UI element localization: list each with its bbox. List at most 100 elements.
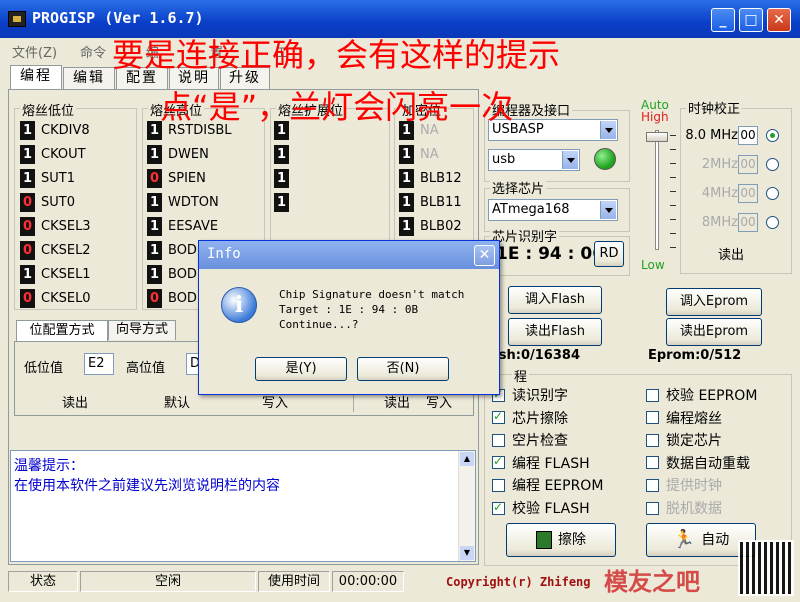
- fuse-bit-toggle[interactable]: 0: [20, 217, 35, 236]
- dialog-yes-button[interactable]: 是(Y): [255, 357, 347, 381]
- chevron-down-icon[interactable]: [600, 121, 616, 139]
- load-flash-button[interactable]: 调入Flash: [508, 286, 602, 314]
- fuse-bit-row[interactable]: 1 DWEN: [147, 145, 262, 169]
- fuse-bit-toggle[interactable]: 1: [20, 265, 35, 284]
- program-option[interactable]: 编程熔丝: [646, 408, 722, 428]
- program-option[interactable]: 校验 FLASH: [492, 498, 590, 518]
- dialog-close-button[interactable]: ✕: [474, 245, 495, 266]
- tab-edit[interactable]: 编辑: [63, 67, 115, 89]
- fuse-bit-row[interactable]: 1: [274, 145, 384, 169]
- fuse-bit-toggle[interactable]: 0: [20, 289, 35, 308]
- dialog-no-button[interactable]: 否(N): [357, 357, 449, 381]
- fuse-bit-toggle[interactable]: 1: [399, 169, 414, 188]
- program-option[interactable]: 脱机数据: [646, 498, 722, 518]
- fuse-bit-toggle[interactable]: 0: [147, 169, 162, 188]
- program-option[interactable]: 空片检查: [492, 430, 568, 450]
- fuse-bit-row[interactable]: 1 EESAVE: [147, 217, 262, 241]
- fuse-bit-toggle[interactable]: 1: [274, 145, 289, 164]
- fuse-bit-toggle[interactable]: 1: [20, 121, 35, 140]
- port-select[interactable]: usb: [488, 149, 580, 171]
- fuse-bit-toggle[interactable]: 1: [147, 217, 162, 236]
- clock-radio[interactable]: [766, 216, 779, 229]
- fuse-bit-row[interactable]: 1 NA: [399, 145, 474, 169]
- clock-option[interactable]: 8.0 MHz 00: [684, 126, 790, 148]
- fuse-bit-toggle[interactable]: 1: [20, 145, 35, 164]
- program-option[interactable]: 校验 EEPROM: [646, 385, 757, 405]
- read-flash-button[interactable]: 读出Flash: [508, 318, 602, 346]
- fuse-bit-row[interactable]: 0 SUT0: [20, 193, 135, 217]
- fuse-bit-row[interactable]: 0 CKSEL3: [20, 217, 135, 241]
- option-checkbox[interactable]: [492, 478, 505, 492]
- fuse-bit-row[interactable]: 0 CKSEL2: [20, 241, 135, 265]
- program-option[interactable]: 数据自动重载: [646, 453, 750, 473]
- subtab-wizard[interactable]: 向导方式: [108, 320, 176, 340]
- fuse-read-button[interactable]: 读出: [62, 392, 88, 411]
- close-button[interactable]: ✕: [767, 8, 791, 32]
- fuse-bit-row[interactable]: 1 CKDIV8: [20, 121, 135, 145]
- fuse-bit-toggle[interactable]: 1: [274, 193, 289, 212]
- fuse-bit-toggle[interactable]: 1: [399, 145, 414, 164]
- option-checkbox[interactable]: [492, 433, 505, 447]
- clock-radio[interactable]: [766, 187, 779, 200]
- clock-option[interactable]: 2MHz 00: [684, 155, 790, 177]
- maximize-button[interactable]: □: [739, 8, 763, 32]
- fuse-bit-toggle[interactable]: 1: [20, 169, 35, 188]
- program-option[interactable]: 提供时钟: [646, 475, 722, 495]
- option-checkbox[interactable]: [646, 456, 659, 470]
- clock-radio[interactable]: [766, 129, 779, 142]
- low-value-field[interactable]: E2: [84, 353, 114, 375]
- program-option[interactable]: 读识别字: [492, 385, 568, 405]
- fuse-bit-row[interactable]: 0 SPIEN: [147, 169, 262, 193]
- fuse-bit-row[interactable]: 1 BLB12: [399, 169, 474, 193]
- program-option[interactable]: 锁定芯片: [646, 430, 722, 450]
- fuse-bit-toggle[interactable]: 1: [147, 241, 162, 260]
- option-checkbox[interactable]: [492, 454, 505, 470]
- option-checkbox[interactable]: [492, 409, 505, 425]
- fuse-bit-toggle[interactable]: 1: [147, 193, 162, 212]
- chip-select[interactable]: ATmega168: [488, 199, 618, 221]
- option-checkbox[interactable]: [492, 500, 505, 515]
- fuse-bit-toggle[interactable]: 1: [399, 193, 414, 212]
- clock-value-field[interactable]: 00: [738, 213, 758, 232]
- program-option[interactable]: 芯片擦除: [492, 408, 568, 428]
- chevron-down-icon[interactable]: [562, 151, 578, 169]
- fuse-bit-row[interactable]: 0 CKSEL0: [20, 289, 135, 313]
- option-checkbox[interactable]: [646, 433, 659, 447]
- subtab-bit[interactable]: 位配置方式: [16, 320, 108, 342]
- read-signature-button[interactable]: RD: [594, 241, 624, 267]
- minimize-button[interactable]: _: [711, 8, 735, 32]
- chevron-down-icon[interactable]: [600, 201, 616, 219]
- option-checkbox[interactable]: [646, 388, 659, 402]
- load-eprom-button[interactable]: 调入Eprom: [666, 288, 762, 316]
- read-eprom-button[interactable]: 读出Eprom: [666, 318, 762, 346]
- clock-value-field[interactable]: 00: [738, 126, 758, 145]
- speed-slider-track[interactable]: [655, 130, 659, 250]
- hint-scrollbar[interactable]: ▲ ▼: [458, 451, 475, 561]
- fuse-default-button[interactable]: 默认: [164, 392, 190, 411]
- clock-value-field[interactable]: 00: [738, 184, 758, 203]
- fuse-bit-row[interactable]: 1 BLB02: [399, 217, 474, 241]
- fuse-bit-row[interactable]: 1 WDTON: [147, 193, 262, 217]
- fuse-bit-toggle[interactable]: 0: [20, 241, 35, 260]
- fuse-bit-toggle[interactable]: 1: [147, 265, 162, 284]
- fuse-bit-row[interactable]: 1 BLB11: [399, 193, 474, 217]
- option-checkbox[interactable]: [646, 501, 659, 515]
- clock-value-field[interactable]: 00: [738, 155, 758, 174]
- program-option[interactable]: 编程 EEPROM: [492, 475, 603, 495]
- option-checkbox[interactable]: [646, 411, 659, 425]
- program-option[interactable]: 编程 FLASH: [492, 453, 590, 473]
- fuse-bit-row[interactable]: 1 CKSEL1: [20, 265, 135, 289]
- clock-read-button[interactable]: 读出: [718, 244, 744, 263]
- clock-radio[interactable]: [766, 158, 779, 171]
- fuse-bit-row[interactable]: 1: [274, 169, 384, 193]
- fuse-bit-toggle[interactable]: 0: [147, 289, 162, 308]
- erase-button[interactable]: 擦除: [506, 523, 616, 557]
- fuse-bit-toggle[interactable]: 0: [20, 193, 35, 212]
- fuse-bit-toggle[interactable]: 1: [274, 169, 289, 188]
- scroll-up-icon[interactable]: ▲: [460, 452, 474, 466]
- fuse-bit-row[interactable]: 1: [274, 193, 384, 217]
- fuse-bit-toggle[interactable]: 1: [399, 217, 414, 236]
- fuse-bit-toggle[interactable]: 1: [147, 145, 162, 164]
- menu-file[interactable]: 文件(Z): [12, 42, 57, 61]
- option-checkbox[interactable]: [646, 478, 659, 492]
